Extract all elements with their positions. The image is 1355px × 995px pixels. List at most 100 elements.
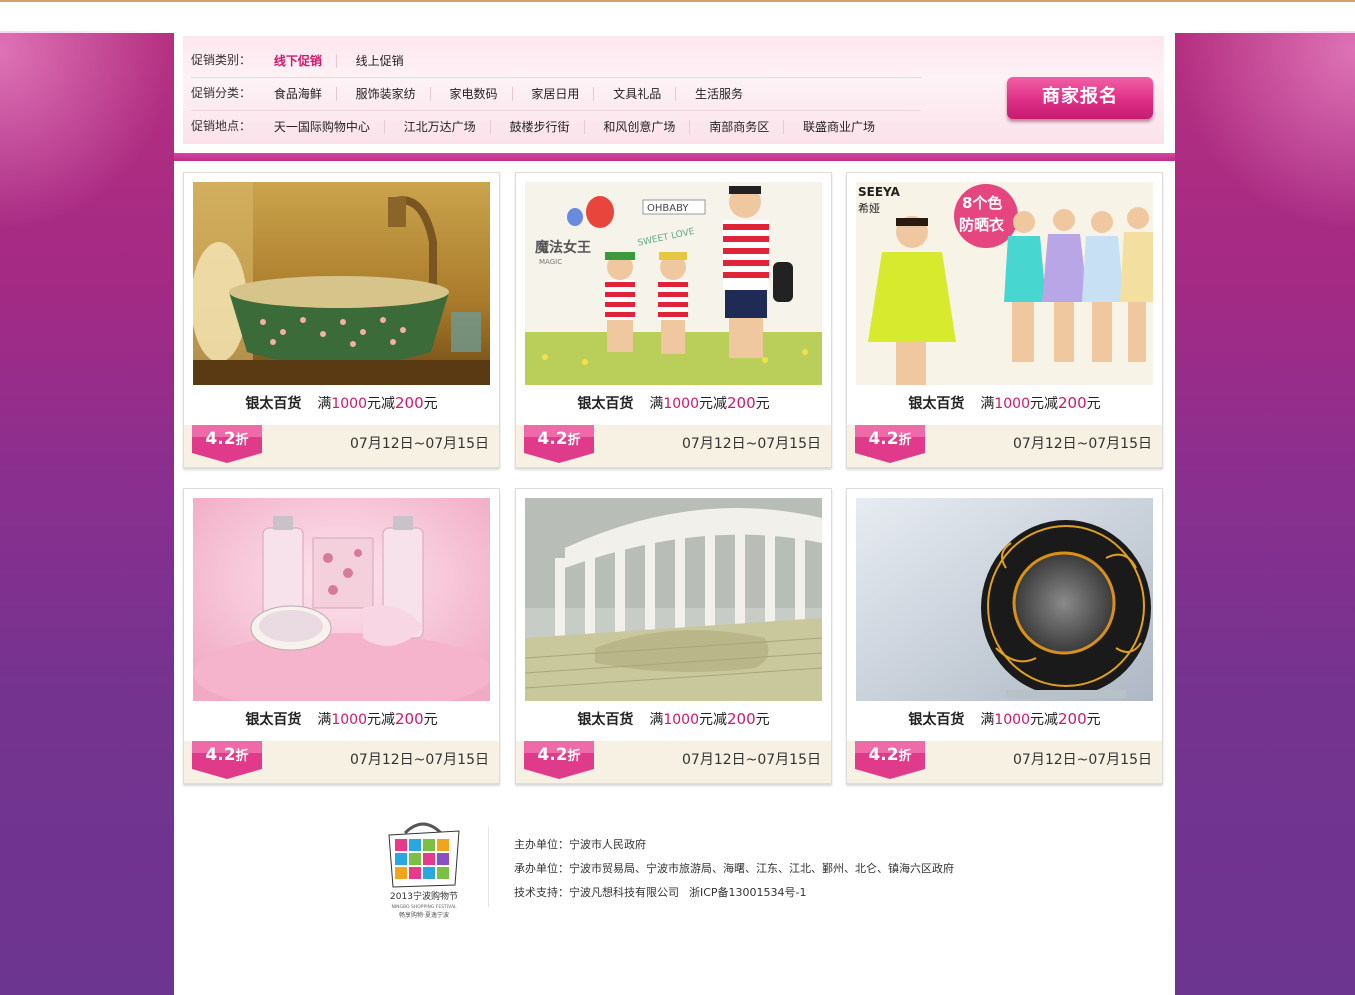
filter-row-type: 促销类别： 线下促销 线上促销 <box>191 44 921 78</box>
store-name: 银太百货 <box>577 396 634 412</box>
promo-threshold: 1000 <box>663 396 699 412</box>
promo-caption: 银太百货 满1000元减200元 <box>184 706 499 732</box>
divider-band <box>174 153 1175 161</box>
product-card[interactable]: 银太百货 满1000元减200元 4.2折 07月12日~07月15日 <box>183 172 500 468</box>
product-card[interactable]: 银太百货 满1000元减200元 4.2折 07月12日~07月15日 <box>515 488 832 784</box>
filter-category-services[interactable]: 生活服务 <box>680 87 757 101</box>
promo-prefix: 满 <box>980 712 995 728</box>
background-glow-right <box>1175 31 1355 231</box>
product-card[interactable]: 魔法女王 MAGIC OHBABY SWEET LOVE 银太百货 满1000元… <box>515 172 832 468</box>
filter-category-apparel[interactable]: 服饰装家纺 <box>341 86 431 101</box>
footer-info: 主办单位：宁波市人民政府 承办单位：宁波市贸易局、宁波市旅游局、海曙、江东、江北… <box>514 833 954 905</box>
filter-row-category: 促销分类： 食品海鲜 服饰装家纺 家电数码 家居日用 文具礼品 生活服务 <box>191 77 921 111</box>
family-clothing-photo-icon[interactable]: 魔法女王 MAGIC OHBABY SWEET LOVE <box>525 182 822 385</box>
discount-ribbon: 4.2折 <box>855 425 925 463</box>
cosmetics-gift-set-photo-icon[interactable] <box>193 498 490 701</box>
promo-prefix: 满 <box>317 712 332 728</box>
discount-ribbon: 4.2折 <box>192 425 262 463</box>
promo-dates: 07月12日~07月15日 <box>350 436 489 452</box>
filter-category-food[interactable]: 食品海鲜 <box>259 86 337 101</box>
discount-ribbon: 4.2折 <box>524 741 594 779</box>
washbasin-photo-icon[interactable] <box>193 182 490 385</box>
seeya-logo-text: SEEYA <box>858 185 901 199</box>
promo-suffix: 元 <box>423 712 438 728</box>
promo-amount: 200 <box>395 394 424 412</box>
promo-prefix: 满 <box>649 396 664 412</box>
promo-dates: 07月12日~07月15日 <box>682 436 821 452</box>
discount-unit: 折 <box>567 433 581 448</box>
promo-caption: 银太百货 满1000元减200元 <box>847 390 1162 416</box>
footer-tech-support-row: 技术支持：宁波凡想科技有限公司 浙ICP备13001534号-1 <box>514 881 954 905</box>
product-card[interactable]: SEEYA 希娅 8个色 防晒衣 银太百货 满1000元减200元 4.2折 0… <box>846 172 1163 468</box>
promo-mid: 元减 <box>1030 396 1058 412</box>
promo-prefix: 满 <box>980 396 995 412</box>
footer-divider <box>488 827 489 907</box>
promo-suffix: 元 <box>423 396 438 412</box>
discount-value: 4.2 <box>205 429 236 449</box>
promo-mid: 元减 <box>699 712 727 728</box>
seeya-cn-text: 希娅 <box>858 201 880 215</box>
store-name: 银太百货 <box>245 712 302 728</box>
promo-mid: 元减 <box>367 712 395 728</box>
top-banner-strip <box>0 0 1355 33</box>
discount-unit: 折 <box>898 749 912 764</box>
discount-unit: 折 <box>567 749 581 764</box>
filter-location-wanda[interactable]: 江北万达广场 <box>389 119 491 134</box>
filter-location-label: 促销地点： <box>191 119 252 133</box>
promo-suffix: 元 <box>755 712 770 728</box>
promo-prefix: 满 <box>649 712 664 728</box>
discount-value: 4.2 <box>205 745 236 765</box>
filter-location-liansheng[interactable]: 联盛商业广场 <box>788 120 889 134</box>
product-card[interactable]: 银太百货 满1000元减200元 4.2折 07月12日~07月15日 <box>183 488 500 784</box>
speaker-photo-icon[interactable] <box>856 498 1153 701</box>
promo-suffix: 元 <box>1086 396 1101 412</box>
card-footer: 4.2折 07月12日~07月15日 <box>184 741 499 783</box>
filter-location-gulou[interactable]: 鼓楼步行街 <box>495 119 585 134</box>
store-name: 银太百货 <box>908 396 965 412</box>
promo-threshold: 1000 <box>331 396 367 412</box>
merchant-register-button[interactable]: 商家报名 <box>1007 77 1153 119</box>
logo-year-text: 2013宁波购物节 <box>390 890 458 902</box>
card-footer: 4.2折 07月12日~07月15日 <box>847 741 1162 783</box>
filter-category-label: 促销分类： <box>191 86 252 100</box>
promo-caption: 银太百货 满1000元减200元 <box>516 390 831 416</box>
promo-threshold: 1000 <box>331 712 367 728</box>
discount-ribbon: 4.2折 <box>855 741 925 779</box>
filter-category-household[interactable]: 家居日用 <box>516 86 595 101</box>
discount-value: 4.2 <box>868 429 899 449</box>
shopping-festival-logo: 2013宁波购物节 NINGBO SHOPPING FESTIVAL 畅享购物·… <box>381 821 467 921</box>
footer-organizer: 主办单位：宁波市人民政府 <box>514 838 646 851</box>
product-card[interactable]: 银太百货 满1000元减200元 4.2折 07月12日~07月15日 <box>846 488 1163 784</box>
discount-value: 4.2 <box>537 745 568 765</box>
filter-row-location: 促销地点： 天一国际购物中心 江北万达广场 鼓楼步行街 和风创意广场 南部商务区… <box>191 110 921 143</box>
filter-type-offline[interactable]: 线下促销 <box>259 53 337 68</box>
product-badge-text: 防晒衣 <box>959 216 1004 234</box>
footer-icp[interactable]: 浙ICP备13001534号-1 <box>689 886 807 899</box>
filter-category-electronics[interactable]: 家电数码 <box>435 86 513 101</box>
promo-mid: 元减 <box>1030 712 1058 728</box>
store-name: 银太百货 <box>908 712 965 728</box>
promo-prefix: 满 <box>317 396 332 412</box>
promo-threshold: 1000 <box>994 712 1030 728</box>
promo-suffix: 元 <box>755 396 770 412</box>
ohbaby-tag: OHBABY <box>647 203 689 214</box>
logo-en-text: NINGBO SHOPPING FESTIVAL <box>391 904 457 910</box>
card-footer: 4.2折 07月12日~07月15日 <box>184 425 499 467</box>
background-glow-left <box>0 31 175 231</box>
discount-ribbon: 4.2折 <box>524 425 594 463</box>
filter-type-online[interactable]: 线上促销 <box>341 54 418 68</box>
promo-mid: 元减 <box>367 396 395 412</box>
store-name: 银太百货 <box>245 396 302 412</box>
filter-location-hefeng[interactable]: 和风创意广场 <box>588 119 691 134</box>
filter-location-south-business[interactable]: 南部商务区 <box>694 119 785 134</box>
promo-amount: 200 <box>395 710 424 728</box>
filter-location-tianyi[interactable]: 天一国际购物中心 <box>259 119 385 134</box>
filter-category-stationery[interactable]: 文具礼品 <box>598 86 677 101</box>
discount-value: 4.2 <box>537 429 568 449</box>
promo-amount: 200 <box>1058 710 1087 728</box>
promo-suffix: 元 <box>1086 712 1101 728</box>
sun-protection-clothing-photo-icon[interactable]: SEEYA 希娅 8个色 防晒衣 <box>856 182 1153 385</box>
card-footer: 4.2折 07月12日~07月15日 <box>516 741 831 783</box>
promo-threshold: 1000 <box>994 396 1030 412</box>
baby-crib-photo-icon[interactable] <box>525 498 822 701</box>
